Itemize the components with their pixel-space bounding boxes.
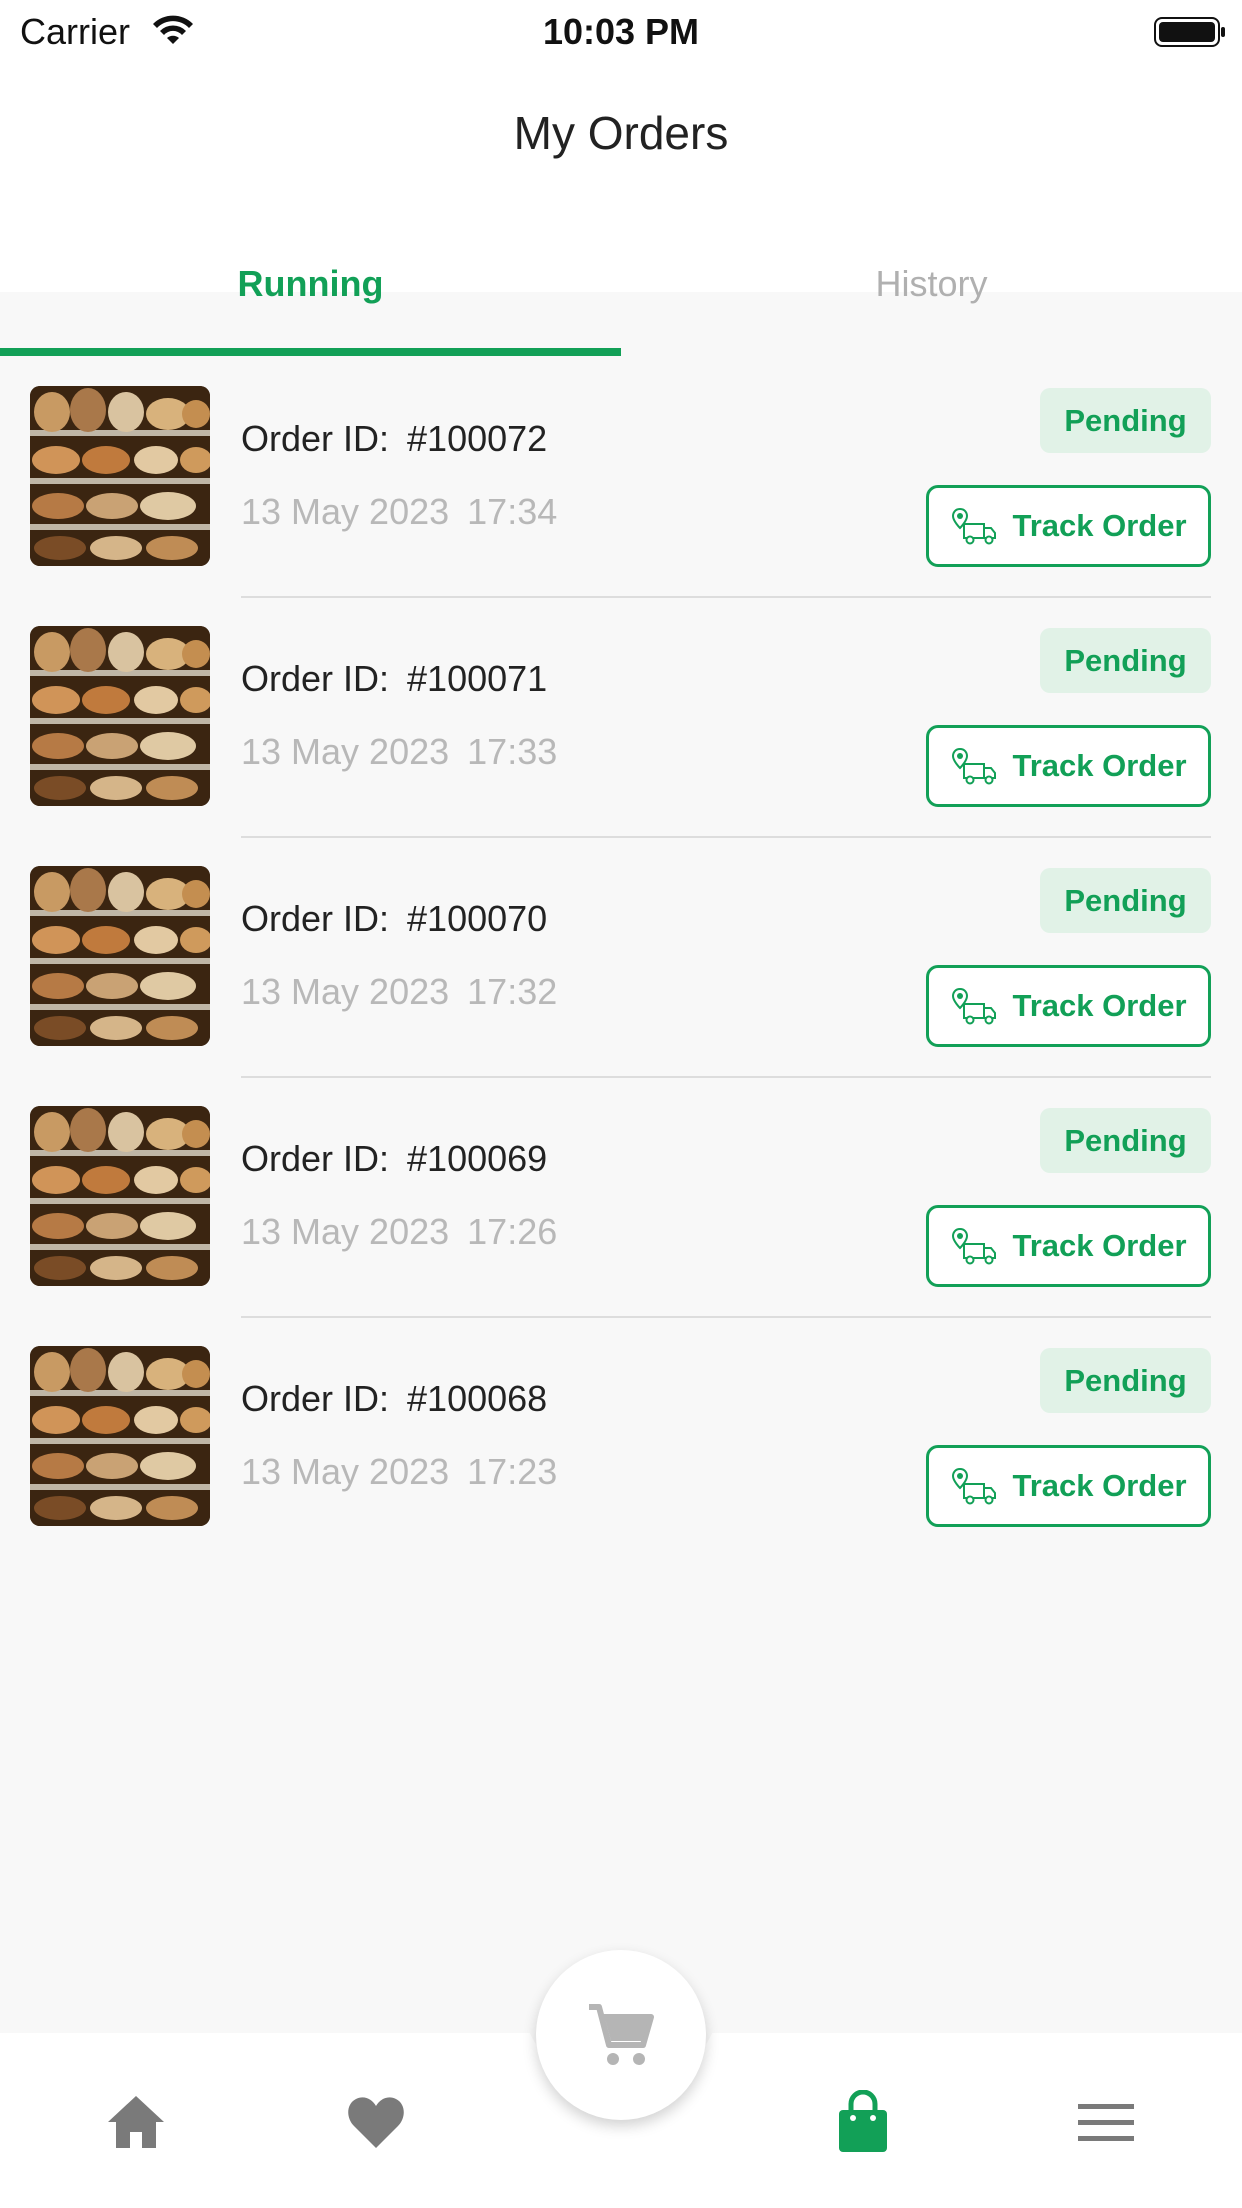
order-datetime: 13 May 2023 17:34 <box>241 491 557 533</box>
order-id-label: Order ID: <box>241 658 390 699</box>
order-thumbnail <box>30 386 210 566</box>
order-datetime: 13 May 2023 17:32 <box>241 971 557 1013</box>
delivery-truck-icon <box>952 1227 997 1265</box>
track-order-button[interactable]: Track Order <box>926 1205 1211 1287</box>
delivery-truck-icon <box>952 507 997 545</box>
order-time: 17:26 <box>467 1211 558 1252</box>
order-id-label: Order ID: <box>241 418 390 459</box>
status-badge: Pending <box>1040 868 1211 933</box>
order-datetime: 13 May 2023 17:26 <box>241 1211 557 1253</box>
track-order-button[interactable]: Track Order <box>926 485 1211 567</box>
order-row[interactable]: Order ID: #100070 13 May 2023 17:32 Pendin… <box>0 838 1242 1078</box>
order-thumbnail <box>30 866 210 1046</box>
bread-image <box>30 386 210 566</box>
track-order-label: Track Order <box>1012 508 1187 543</box>
order-id-label: Order ID: <box>241 1138 390 1179</box>
battery-icon <box>1154 17 1225 47</box>
delivery-truck-icon <box>952 987 997 1025</box>
order-id-value: #100072 <box>407 418 548 459</box>
bread-image <box>30 1346 210 1526</box>
order-row[interactable]: Order ID: #100071 13 May 2023 17:33 Pendin… <box>0 598 1242 838</box>
order-row[interactable]: Order ID: #100068 13 May 2023 17:23 Pendin… <box>0 1318 1242 1558</box>
order-time: 17:32 <box>467 971 558 1012</box>
track-order-button[interactable]: Track Order <box>926 1445 1211 1527</box>
order-date: 13 May 2023 <box>241 731 450 772</box>
order-time: 17:33 <box>467 731 558 772</box>
order-date: 13 May 2023 <box>241 1211 450 1252</box>
track-order-label: Track Order <box>1012 988 1187 1023</box>
order-id-label: Order ID: <box>241 1378 390 1419</box>
home-icon[interactable] <box>104 2090 168 2154</box>
shopping-bag-icon[interactable] <box>831 2090 895 2154</box>
delivery-truck-icon <box>952 747 997 785</box>
status-badge: Pending <box>1040 1348 1211 1413</box>
order-id-value: #100071 <box>407 658 548 699</box>
tab-history[interactable]: History <box>621 244 1242 324</box>
cart-button[interactable] <box>536 1950 706 2120</box>
bread-image <box>30 626 210 806</box>
tab-bar: Running History <box>0 244 1242 324</box>
order-list: Order ID: #100072 13 May 2023 17:34 Pendin… <box>0 358 1242 1558</box>
order-time: 17:23 <box>467 1451 558 1492</box>
order-id: Order ID: #100072 <box>241 418 547 460</box>
page-title: My Orders <box>513 107 729 159</box>
order-date: 13 May 2023 <box>241 491 450 532</box>
status-bar: Carrier 10:03 PM <box>0 0 1242 66</box>
bread-image <box>30 866 210 1046</box>
status-time: 10:03 PM <box>542 11 700 52</box>
order-id: Order ID: #100068 <box>241 1378 547 1420</box>
active-tab-indicator <box>0 348 621 356</box>
order-thumbnail <box>30 626 210 806</box>
status-badge: Pending <box>1040 1108 1211 1173</box>
order-id-value: #100068 <box>407 1378 548 1419</box>
cart-icon <box>589 2004 654 2065</box>
order-id: Order ID: #100071 <box>241 658 547 700</box>
order-date: 13 May 2023 <box>241 971 450 1012</box>
order-thumbnail <box>30 1346 210 1526</box>
status-badge: Pending <box>1040 388 1211 453</box>
order-datetime: 13 May 2023 17:33 <box>241 731 557 773</box>
header: My Orders Running History <box>0 66 1242 304</box>
track-order-button[interactable]: Track Order <box>926 965 1211 1047</box>
track-order-label: Track Order <box>1012 1468 1187 1503</box>
tab-running[interactable]: Running <box>0 244 621 324</box>
delivery-truck-icon <box>952 1467 997 1505</box>
heart-icon[interactable] <box>344 2090 408 2154</box>
menu-icon[interactable] <box>1074 2090 1138 2154</box>
order-id: Order ID: #100069 <box>241 1138 547 1180</box>
order-id-label: Order ID: <box>241 898 390 939</box>
order-row[interactable]: Order ID: #100072 13 May 2023 17:34 Pendin… <box>0 358 1242 598</box>
status-badge: Pending <box>1040 628 1211 693</box>
track-order-label: Track Order <box>1012 748 1187 783</box>
order-id: Order ID: #100070 <box>241 898 547 940</box>
track-order-button[interactable]: Track Order <box>926 725 1211 807</box>
order-time: 17:34 <box>467 491 558 532</box>
order-id-value: #100069 <box>407 1138 548 1179</box>
order-date: 13 May 2023 <box>241 1451 450 1492</box>
bread-image <box>30 1106 210 1286</box>
order-thumbnail <box>30 1106 210 1286</box>
order-row[interactable]: Order ID: #100069 13 May 2023 17:26 Pendin… <box>0 1078 1242 1318</box>
order-datetime: 13 May 2023 17:23 <box>241 1451 557 1493</box>
order-id-value: #100070 <box>407 898 548 939</box>
track-order-label: Track Order <box>1012 1228 1187 1263</box>
